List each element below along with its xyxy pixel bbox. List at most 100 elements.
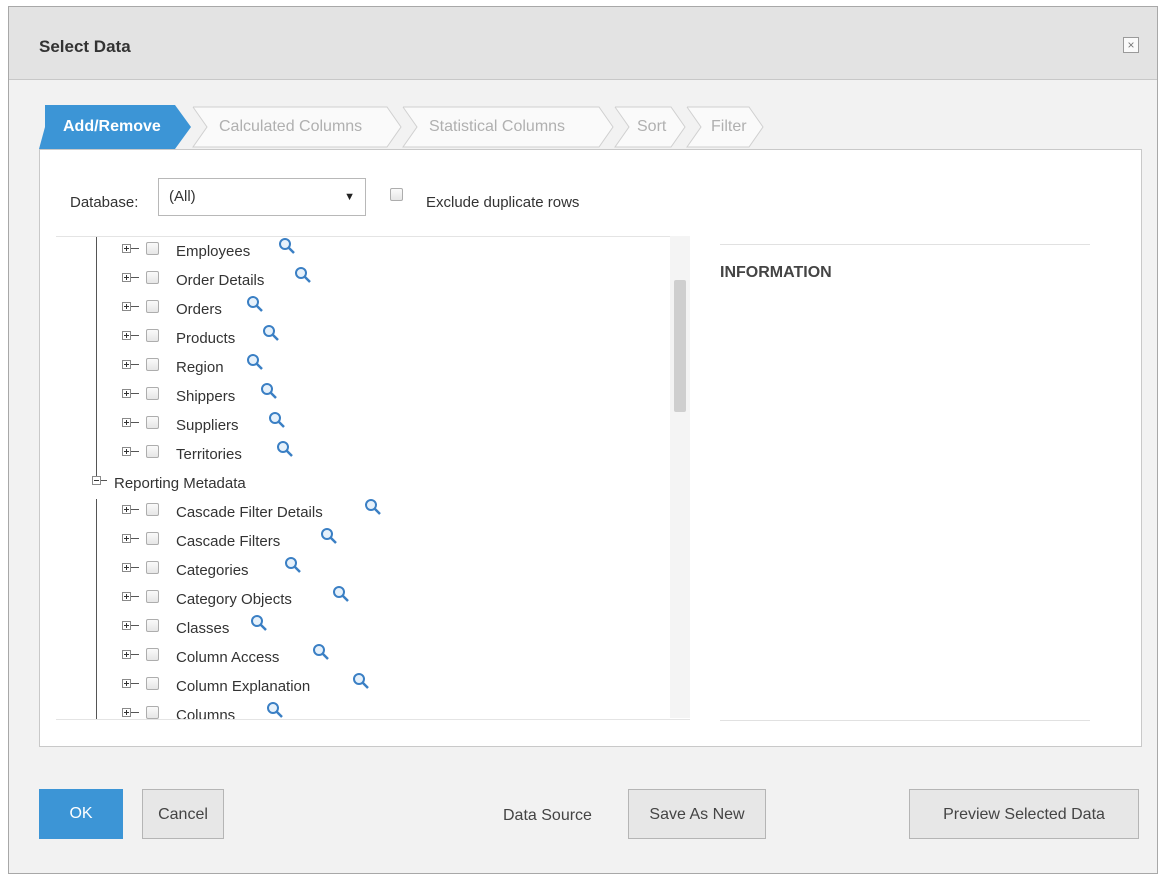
tree-node-checkbox[interactable] [146,271,159,284]
tab-sort[interactable]: Sort [613,105,686,149]
tree-node-label: Territories [176,446,242,463]
expand-icon[interactable] [122,505,131,514]
tree-connector [131,422,139,423]
database-select-value: (All) [169,188,196,205]
magnifier-icon[interactable] [332,585,350,603]
tree-connector [131,625,139,626]
tree-node-label: Employees [176,243,251,260]
tree-connector [131,248,139,249]
info-divider [720,720,1090,721]
tree-node-checkbox[interactable] [146,358,159,371]
magnifier-icon[interactable] [284,556,302,574]
tree-connector [131,393,139,394]
tree-guide-line [96,499,97,719]
expand-icon[interactable] [122,679,131,688]
magnifier-icon[interactable] [266,701,284,719]
tab-add-remove[interactable]: Add/Remove [39,105,191,149]
tree-node-checkbox[interactable] [146,619,159,632]
ok-button[interactable]: OK [39,789,123,839]
expand-icon[interactable] [122,389,131,398]
magnifier-icon[interactable] [312,643,330,661]
expand-icon[interactable] [122,331,131,340]
exclude-duplicates-label: Exclude duplicate rows [426,194,580,211]
tree-group-label: Reporting Metadata [114,475,246,492]
tree-node-checkbox[interactable] [146,590,159,603]
magnifier-icon[interactable] [246,353,264,371]
tree-node-checkbox[interactable] [146,503,159,516]
scrollbar-thumb[interactable] [674,280,686,412]
magnifier-icon[interactable] [294,266,312,284]
tab-sort-label: Sort [637,118,667,135]
tree-node-label: Category Objects [176,591,292,608]
expand-icon[interactable] [122,592,131,601]
tree-connector [131,364,139,365]
tree-node-checkbox[interactable] [146,329,159,342]
tree-node-label: Suppliers [176,417,239,434]
expand-icon[interactable] [122,708,131,717]
expand-icon[interactable] [122,621,131,630]
expand-icon[interactable] [122,650,131,659]
tree-node-label: Categories [176,562,249,579]
save-as-new-button[interactable]: Save As New [628,789,766,839]
tree-node-checkbox[interactable] [146,416,159,429]
magnifier-icon[interactable] [276,440,294,458]
tree-scrollbar[interactable] [670,236,690,718]
magnifier-icon[interactable] [250,614,268,632]
tree-node-checkbox[interactable] [146,445,159,458]
magnifier-icon[interactable] [246,295,264,313]
dialog-title: Select Data [39,37,131,56]
tab-statistical-columns-label: Statistical Columns [429,118,566,135]
dialog-titlebar: Select Data × [9,7,1157,80]
tree-connector [131,277,139,278]
expand-icon[interactable] [122,447,131,456]
magnifier-icon[interactable] [320,527,338,545]
tree-node-label: Products [176,330,236,347]
tree-node-checkbox[interactable] [146,561,159,574]
tree-connector [131,596,139,597]
tree-node-label: Columns [176,707,236,720]
tree-node-checkbox[interactable] [146,648,159,661]
expand-icon[interactable] [122,534,131,543]
magnifier-icon[interactable] [262,324,280,342]
magnifier-icon[interactable] [260,382,278,400]
expand-icon[interactable] [122,360,131,369]
tab-statistical-columns[interactable]: Statistical Columns [401,105,614,149]
tree-node-checkbox[interactable] [146,300,159,313]
select-data-dialog: Select Data × Add/Remove Calculated Colu… [8,6,1158,874]
exclude-duplicates-checkbox[interactable] [390,188,403,201]
tree-node-checkbox[interactable] [146,387,159,400]
database-select[interactable]: (All) ▼ [158,178,366,216]
tree-connector [131,335,139,336]
tree-node-checkbox[interactable] [146,677,159,690]
expand-icon[interactable] [122,273,131,282]
expand-icon[interactable] [122,563,131,572]
magnifier-icon[interactable] [278,237,296,255]
tree-node-label: Cascade Filter Details [176,504,323,521]
collapse-icon[interactable] [92,476,101,485]
close-icon[interactable]: × [1123,37,1139,53]
magnifier-icon[interactable] [268,411,286,429]
preview-selected-data-button[interactable]: Preview Selected Data [909,789,1139,839]
tree-node-checkbox[interactable] [146,532,159,545]
expand-icon[interactable] [122,418,131,427]
tree-node-label: Order Details [176,272,265,289]
tab-calculated-columns[interactable]: Calculated Columns [191,105,402,149]
tree-connector [131,567,139,568]
cancel-button[interactable]: Cancel [142,789,224,839]
tab-filter[interactable]: Filter [685,105,764,149]
tree-node-label: Orders [176,301,222,318]
information-heading: INFORMATION [720,264,832,281]
tree-node-label: Region [176,359,224,376]
tab-add-remove-label: Add/Remove [63,118,161,135]
tree-node-label: Classes [176,620,230,637]
magnifier-icon[interactable] [364,498,382,516]
table-tree[interactable]: Employees Order Details Orders Products [56,236,690,720]
tree-node-label: Shippers [176,388,236,405]
magnifier-icon[interactable] [352,672,370,690]
data-source-label: Data Source [503,807,592,824]
expand-icon[interactable] [122,302,131,311]
tree-node-checkbox[interactable] [146,242,159,255]
expand-icon[interactable] [122,244,131,253]
info-divider [720,244,1090,245]
tree-node-checkbox[interactable] [146,706,159,719]
